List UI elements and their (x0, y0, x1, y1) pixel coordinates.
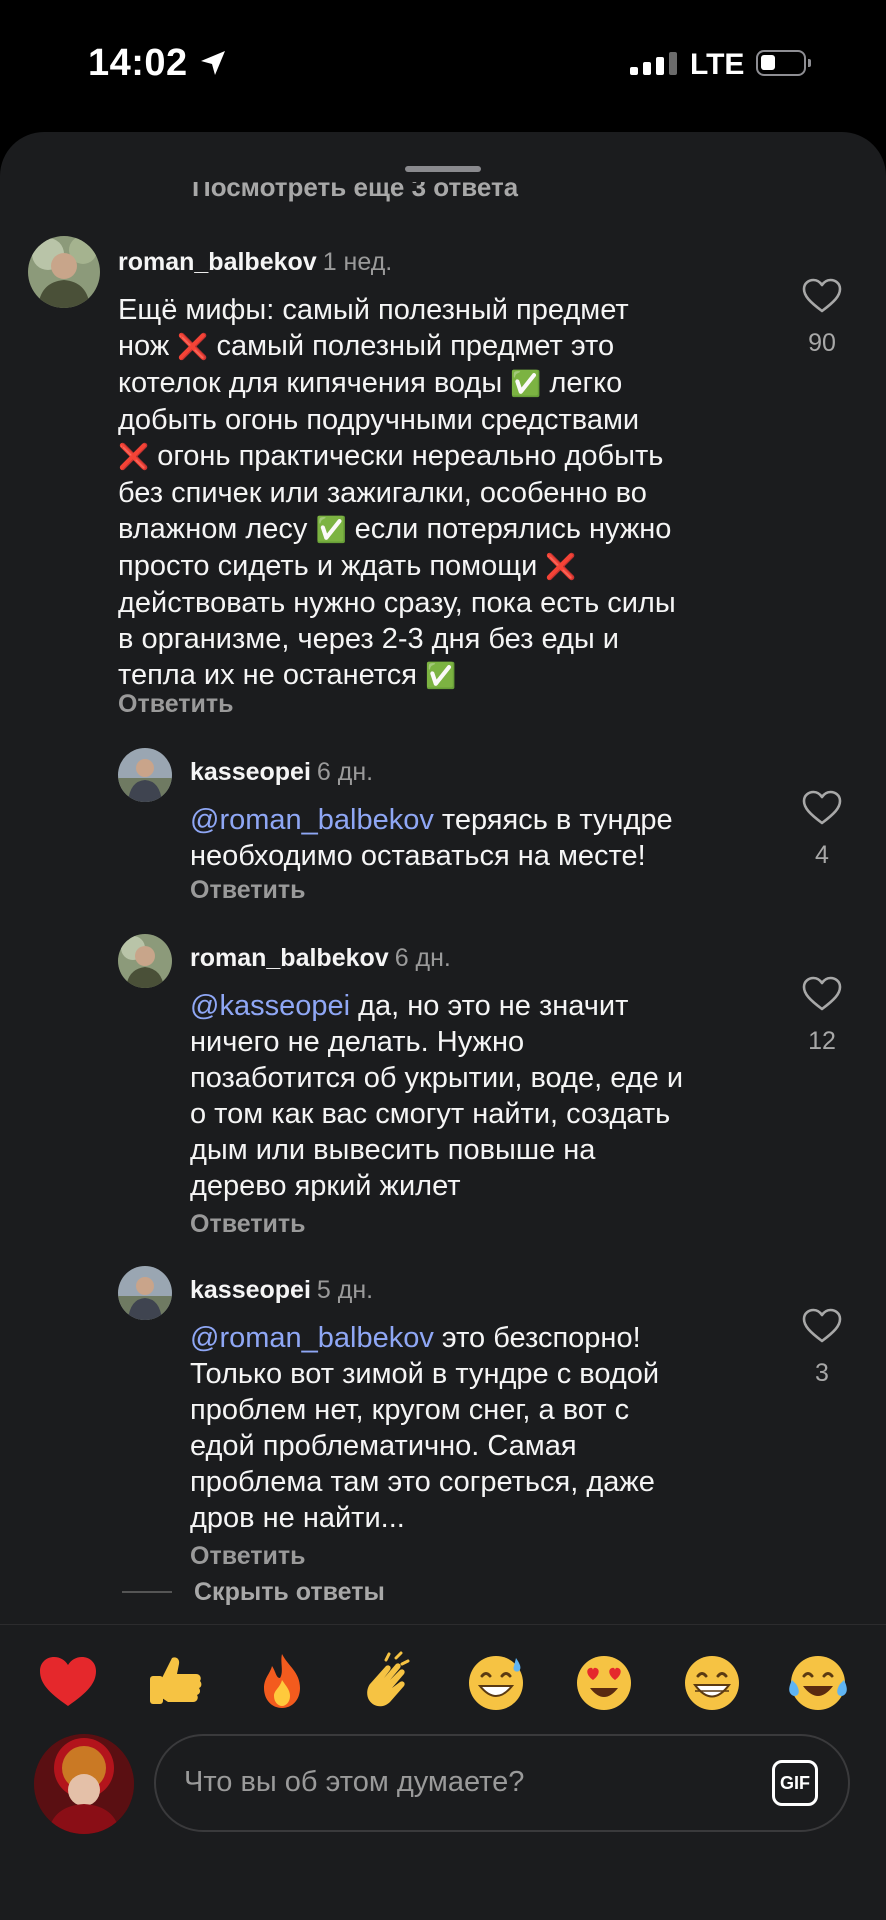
cellular-signal-icon (630, 52, 677, 75)
comment-timestamp: 6 дн. (394, 944, 451, 972)
gif-button[interactable]: GIF (772, 1760, 818, 1806)
drag-handle[interactable] (405, 166, 481, 172)
comment-username[interactable]: roman_balbekov (190, 944, 389, 972)
comment-timestamp: 1 нед. (322, 248, 393, 276)
comment-text: @roman_balbekov теряясь в тундре необход… (190, 804, 673, 872)
comment-timestamp: 6 дн. (316, 758, 374, 786)
battery-icon (756, 50, 811, 76)
like-count: 3 (815, 1359, 829, 1387)
divider-line (122, 1591, 172, 1593)
check-mark-icon: ✅ (510, 369, 542, 398)
cross-mark-icon: ❌ (545, 552, 577, 581)
reply-button[interactable]: Ответить (190, 1210, 306, 1239)
mention-link[interactable]: @roman_balbekov (190, 804, 434, 836)
reply-button[interactable]: Ответить (190, 1542, 306, 1571)
cross-mark-icon: ❌ (177, 332, 209, 361)
comment-composer: Что вы об этом думаете? GIF (0, 1710, 886, 1908)
like-button[interactable]: 12 (792, 976, 852, 1056)
like-count: 90 (808, 329, 836, 357)
cross-mark-icon: ❌ (118, 442, 150, 471)
like-count: 4 (815, 841, 829, 869)
comment-input[interactable]: Что вы об этом думаете? GIF (154, 1734, 850, 1832)
comment-username[interactable]: roman_balbekov (118, 248, 317, 276)
comment-username[interactable]: kasseopei (190, 1276, 311, 1304)
view-more-replies-link[interactable]: Посмотреть ещё 3 ответа (192, 182, 518, 203)
heart-emoji-button[interactable] (36, 1650, 100, 1714)
mention-link[interactable]: @roman_balbekov (190, 1322, 434, 1354)
hide-replies-button[interactable]: Скрыть ответы (122, 1576, 385, 1608)
check-mark-icon: ✅ (424, 661, 457, 690)
current-user-avatar[interactable] (34, 1734, 134, 1834)
heart-outline-icon (802, 278, 842, 313)
comment-timestamp: 5 дн. (316, 1276, 374, 1304)
status-bar: 14:02 LTE (0, 0, 886, 130)
tears-of-joy-emoji-button[interactable] (786, 1650, 850, 1714)
fire-emoji-button[interactable] (250, 1650, 314, 1714)
avatar[interactable] (28, 236, 100, 308)
comment-text: @kasseopei да, но это не значит ничего н… (190, 990, 684, 1202)
like-button[interactable]: 90 (792, 278, 852, 358)
heart-outline-icon (802, 1308, 842, 1343)
thumbs-up-emoji-button[interactable] (142, 1650, 206, 1714)
check-mark-icon: ✅ (315, 515, 347, 544)
comments-sheet: Посмотреть ещё 3 ответа roman_balbekov 1 … (0, 132, 886, 1920)
avatar[interactable] (118, 748, 172, 802)
section-divider (0, 1624, 886, 1625)
beaming-smile-emoji-button[interactable] (680, 1650, 744, 1714)
avatar[interactable] (118, 1266, 172, 1320)
heart-outline-icon (802, 976, 842, 1011)
heart-outline-icon (802, 790, 842, 825)
location-arrow-icon (201, 51, 225, 75)
like-count: 12 (808, 1027, 836, 1055)
mention-link[interactable]: @kasseopei (190, 990, 350, 1022)
reply-button[interactable]: Ответить (118, 690, 234, 719)
clapping-hands-emoji-button[interactable] (356, 1650, 420, 1714)
like-button[interactable]: 3 (792, 1308, 852, 1388)
comment-text: Ещё мифы: самый полезный предмет нож ❌ с… (118, 294, 676, 691)
avatar[interactable] (118, 934, 172, 988)
grinning-sweat-emoji-button[interactable] (464, 1650, 528, 1714)
comment-username[interactable]: kasseopei (190, 758, 311, 786)
hide-replies-label: Скрыть ответы (194, 1577, 385, 1606)
comment-input-placeholder: Что вы об этом думаете? (184, 1766, 525, 1798)
reply-button[interactable]: Ответить (190, 876, 306, 905)
status-time: 14:02 (88, 42, 188, 84)
like-button[interactable]: 4 (792, 790, 852, 870)
heart-eyes-emoji-button[interactable] (572, 1650, 636, 1714)
network-type: LTE (690, 48, 745, 81)
comment-text: @roman_balbekov это безспорно! Только во… (190, 1322, 660, 1534)
